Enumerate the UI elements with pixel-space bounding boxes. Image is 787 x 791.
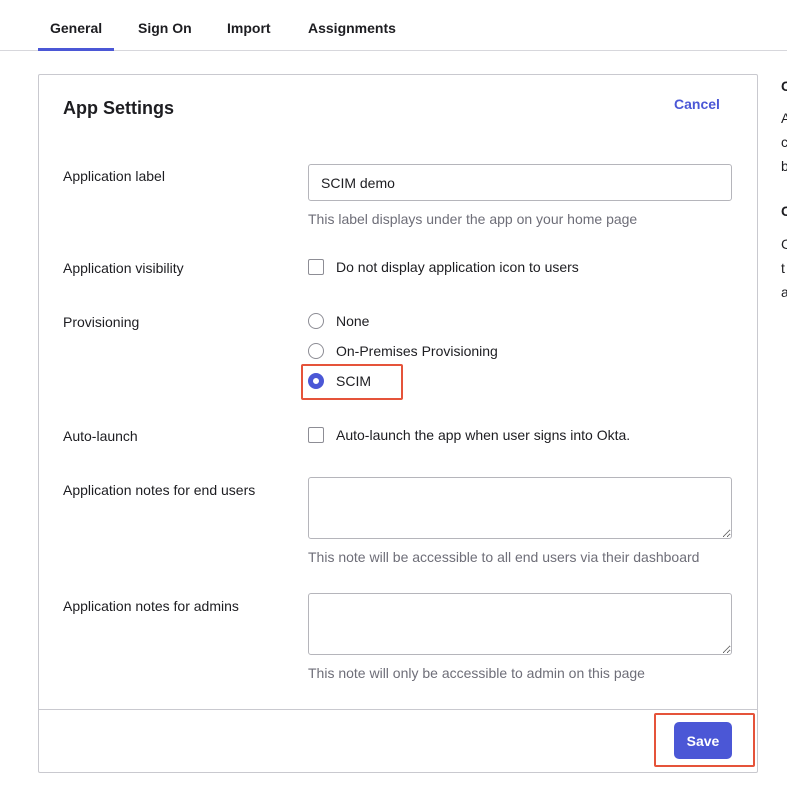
side-panel-clipped: C A c b C C t a bbox=[781, 74, 787, 304]
provisioning-none-label: None bbox=[336, 313, 370, 329]
tab-general[interactable]: General bbox=[50, 20, 102, 36]
active-tab-indicator bbox=[38, 48, 114, 51]
application-visibility-label: Application visibility bbox=[63, 260, 184, 276]
scim-highlight-box bbox=[301, 364, 403, 400]
tab-import[interactable]: Import bbox=[227, 20, 271, 36]
provisioning-label: Provisioning bbox=[63, 314, 140, 330]
provisioning-on-premises-label: On-Premises Provisioning bbox=[336, 343, 498, 359]
auto-launch-option-label: Auto-launch the app when user signs into… bbox=[336, 427, 631, 443]
provisioning-none-radio[interactable] bbox=[308, 313, 324, 329]
admin-notes-textarea[interactable] bbox=[308, 593, 732, 655]
application-label-label: Application label bbox=[63, 168, 165, 184]
hide-icon-checkbox[interactable] bbox=[308, 259, 324, 275]
side-heading-1: C bbox=[781, 78, 787, 94]
auto-launch-checkbox[interactable] bbox=[308, 427, 324, 443]
side-text-line-5: t bbox=[781, 260, 785, 276]
hide-icon-option-label: Do not display application icon to users bbox=[336, 259, 579, 275]
hide-icon-option[interactable]: Do not display application icon to users bbox=[308, 259, 579, 275]
application-label-hint: This label displays under the app on you… bbox=[308, 211, 638, 227]
side-text-line-6: a bbox=[781, 284, 787, 300]
end-user-notes-textarea[interactable] bbox=[308, 477, 732, 539]
application-label-input[interactable] bbox=[308, 164, 732, 201]
side-heading-2: C bbox=[781, 203, 787, 219]
side-text-line-2: c bbox=[781, 134, 787, 150]
save-highlight-box bbox=[654, 713, 755, 767]
tab-sign-on[interactable]: Sign On bbox=[138, 20, 192, 36]
panel-title: App Settings bbox=[63, 98, 174, 118]
side-text-line-4: C bbox=[781, 236, 787, 252]
provisioning-option-none[interactable]: None bbox=[308, 313, 369, 329]
auto-launch-label: Auto-launch bbox=[63, 428, 138, 444]
end-user-notes-label: Application notes for end users bbox=[63, 482, 256, 498]
app-settings-panel: App Settings Cancel Application label Th… bbox=[38, 74, 758, 773]
tab-assignments[interactable]: Assignments bbox=[308, 20, 396, 36]
tab-bar: General Sign On Import Assignments bbox=[0, 0, 787, 51]
end-user-notes-hint: This note will be accessible to all end … bbox=[308, 549, 700, 565]
cancel-button[interactable]: Cancel bbox=[674, 96, 720, 112]
auto-launch-option[interactable]: Auto-launch the app when user signs into… bbox=[308, 427, 630, 443]
side-text-line-1: A bbox=[781, 110, 787, 126]
admin-notes-label: Application notes for admins bbox=[63, 598, 239, 614]
panel-footer bbox=[39, 709, 757, 773]
provisioning-on-premises-radio[interactable] bbox=[308, 343, 324, 359]
provisioning-option-on-premises[interactable]: On-Premises Provisioning bbox=[308, 343, 498, 359]
admin-notes-hint: This note will only be accessible to adm… bbox=[308, 665, 645, 681]
side-text-line-3: b bbox=[781, 158, 787, 174]
